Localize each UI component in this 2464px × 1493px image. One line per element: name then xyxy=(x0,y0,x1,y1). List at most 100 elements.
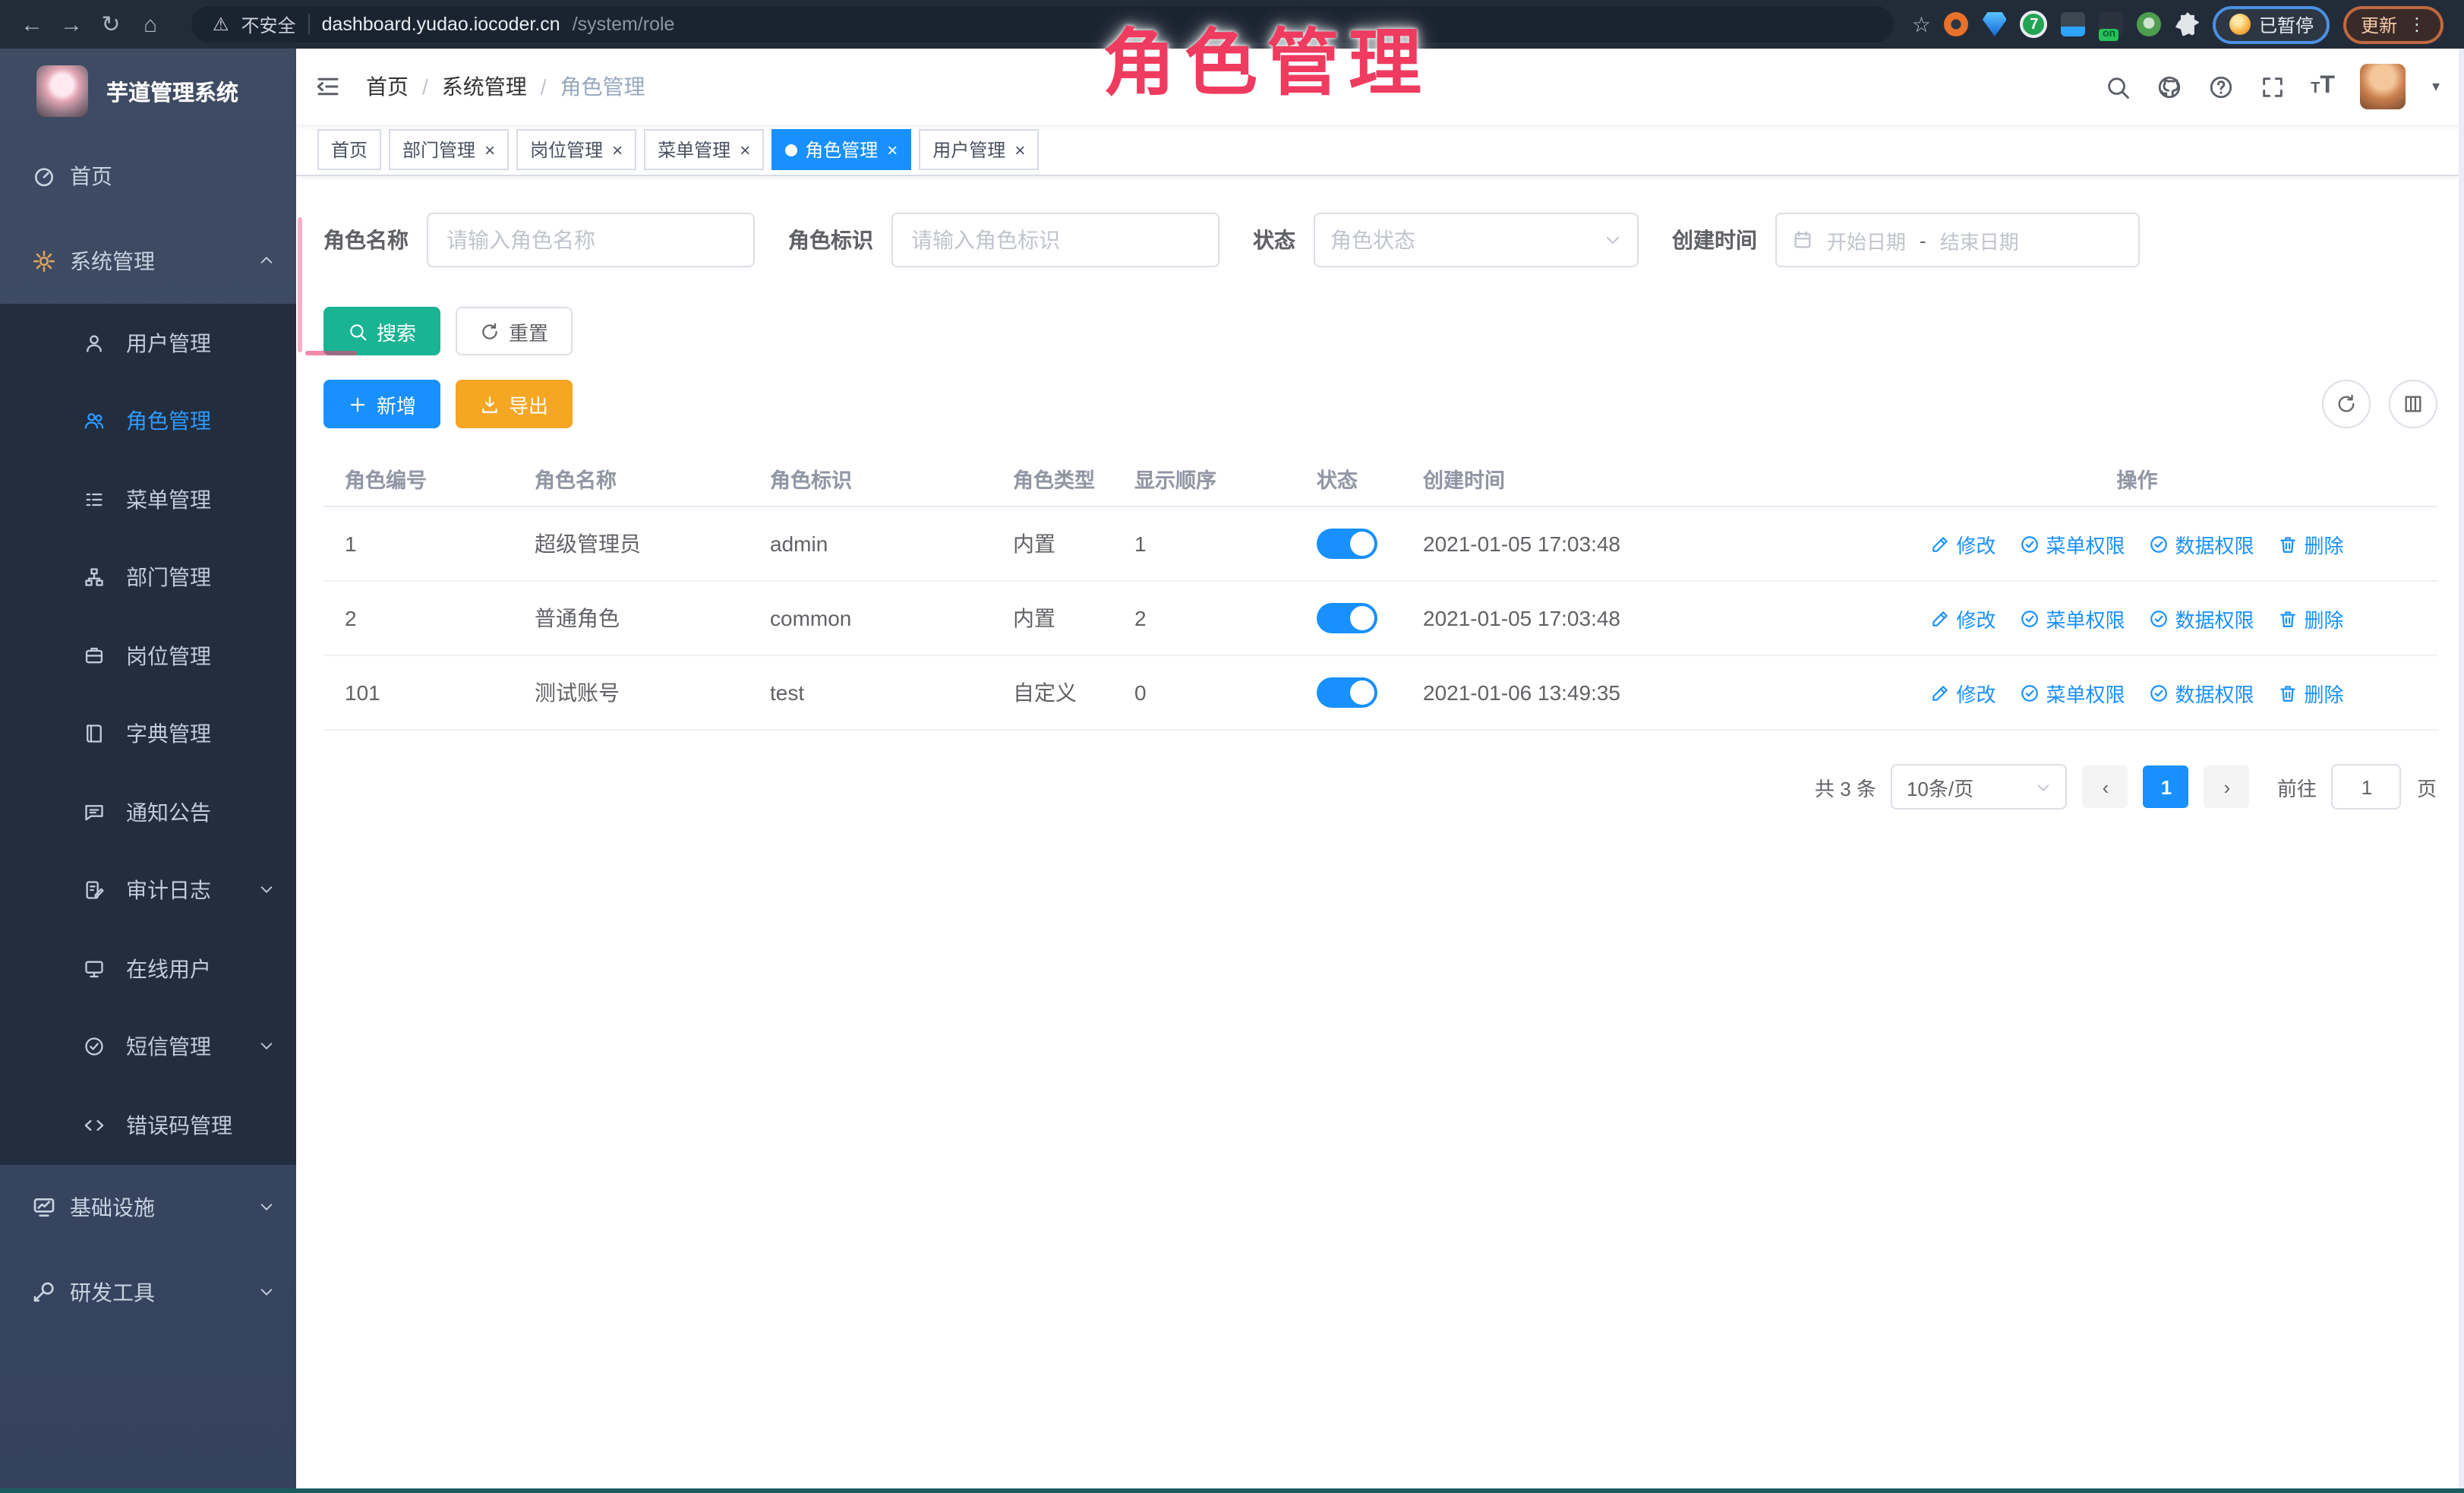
sidebar-item-error-codes[interactable]: 错误码管理 xyxy=(0,1086,296,1164)
page-scrollbar[interactable] xyxy=(2458,49,2464,1488)
sidebar: 芋道管理系统 首页 系统管理 用户管理 角色管理 xyxy=(0,49,296,1493)
delete-action[interactable]: 删除 xyxy=(2279,678,2344,707)
breadcrumb-home[interactable]: 首页 xyxy=(366,71,409,102)
refresh-icon xyxy=(480,321,500,341)
update-chip[interactable]: 更新 ⋮ xyxy=(2344,5,2443,43)
sidebar-logo[interactable]: 芋道管理系统 xyxy=(0,49,296,134)
status-select-placeholder: 角色状态 xyxy=(1330,225,1415,255)
tag-roles-active[interactable]: 角色管理 × xyxy=(771,129,911,170)
page-size-select[interactable]: 10条/页 xyxy=(1891,764,2068,810)
font-size-icon[interactable]: TT xyxy=(2311,73,2335,100)
sidebar-item-dev-tools[interactable]: 研发工具 xyxy=(0,1249,296,1334)
next-page-button[interactable]: › xyxy=(2204,765,2250,808)
role-name-input[interactable] xyxy=(427,213,755,267)
sidebar-item-online-users[interactable]: 在线用户 xyxy=(0,930,296,1008)
page-unit-label: 页 xyxy=(2417,772,2437,801)
edit-action[interactable]: 修改 xyxy=(1930,678,1995,707)
role-key-input[interactable] xyxy=(891,213,1219,267)
cell-created: 2021-01-06 13:49:35 xyxy=(1402,655,1838,730)
sidebar-item-posts[interactable]: 岗位管理 xyxy=(0,617,296,695)
tag-home[interactable]: 首页 xyxy=(317,129,381,170)
sidebar-item-menus[interactable]: 菜单管理 xyxy=(0,460,296,538)
avatar[interactable] xyxy=(2361,64,2406,109)
infrastructure-icon xyxy=(32,1195,56,1219)
refresh-icon xyxy=(2335,393,2356,415)
extensions-puzzle-icon[interactable] xyxy=(2175,12,2200,36)
page-button-1[interactable]: 1 xyxy=(2144,765,2189,808)
data-permission-action[interactable]: 数据权限 xyxy=(2150,529,2254,558)
cell-type: 自定义 xyxy=(992,655,1113,730)
extension-on-icon[interactable]: on xyxy=(2100,12,2124,36)
column-settings-button[interactable] xyxy=(2388,380,2437,428)
sidebar-item-sms[interactable]: 短信管理 xyxy=(0,1008,296,1086)
status-toggle[interactable] xyxy=(1317,529,1377,559)
browser-back-icon[interactable]: ← xyxy=(15,11,49,37)
close-icon[interactable]: × xyxy=(740,140,750,159)
sidebar-collapse-button[interactable] xyxy=(314,73,342,100)
extension-icon[interactable] xyxy=(1945,12,1969,36)
search-button-label: 搜索 xyxy=(377,317,416,346)
status-toggle[interactable] xyxy=(1317,603,1377,633)
delete-action[interactable]: 删除 xyxy=(2279,529,2344,558)
browser-reload-icon[interactable]: ↻ xyxy=(94,11,128,38)
extension-gem-icon[interactable] xyxy=(1983,12,2007,36)
profile-paused-chip[interactable]: 已暂停 xyxy=(2213,5,2330,43)
window-bottom-edge xyxy=(0,1488,2464,1493)
tag-departments[interactable]: 部门管理 × xyxy=(389,129,509,170)
refresh-table-button[interactable] xyxy=(2321,380,2370,428)
trash-icon xyxy=(2279,683,2298,702)
edit-action[interactable]: 修改 xyxy=(1930,604,1995,633)
grid-icon xyxy=(2402,393,2423,415)
sidebar-item-dictionary[interactable]: 字典管理 xyxy=(0,695,296,773)
sidebar-item-notice[interactable]: 通知公告 xyxy=(0,773,296,851)
browser-home-icon[interactable]: ⌂ xyxy=(134,11,167,37)
browser-forward-icon[interactable]: → xyxy=(55,11,88,37)
create-time-range-picker[interactable]: 开始日期 - 结束日期 xyxy=(1775,213,2140,267)
close-icon[interactable]: × xyxy=(1014,140,1025,159)
address-bar[interactable]: ⚠ 不安全 dashboard.yudao.iocoder.cn/system/… xyxy=(191,6,1894,43)
extension-monkey-icon[interactable] xyxy=(2137,12,2162,36)
prev-page-button[interactable]: ‹ xyxy=(2083,765,2128,808)
extension-seven-icon[interactable]: 7 xyxy=(2021,11,2048,38)
breadcrumb-system[interactable]: 系统管理 xyxy=(442,71,527,102)
goto-page-input[interactable] xyxy=(2332,764,2402,810)
tag-menus[interactable]: 菜单管理 × xyxy=(644,129,764,170)
sidebar-item-audit-log[interactable]: 审计日志 xyxy=(0,851,296,930)
help-icon[interactable] xyxy=(2207,74,2233,99)
fullscreen-icon[interactable] xyxy=(2259,74,2285,99)
search-icon[interactable] xyxy=(2104,74,2130,99)
sidebar-item-system[interactable]: 系统管理 xyxy=(0,219,296,304)
github-icon[interactable] xyxy=(2156,74,2182,99)
data-permission-action[interactable]: 数据权限 xyxy=(2150,604,2254,633)
status-toggle[interactable] xyxy=(1317,677,1377,708)
close-icon[interactable]: × xyxy=(612,140,623,159)
status-select[interactable]: 角色状态 xyxy=(1314,213,1639,267)
search-button[interactable]: 搜索 xyxy=(323,307,440,355)
bookmark-star-icon[interactable]: ☆ xyxy=(1912,11,1931,37)
export-button[interactable]: 导出 xyxy=(456,380,573,428)
sidebar-item-departments[interactable]: 部门管理 xyxy=(0,538,296,617)
reset-button[interactable]: 重置 xyxy=(456,307,573,355)
breadcrumb: 首页 / 系统管理 / 角色管理 xyxy=(366,71,645,102)
add-button[interactable]: 新增 xyxy=(323,380,440,428)
menu-permission-action[interactable]: 菜单权限 xyxy=(2020,604,2125,633)
sidebar-item-infrastructure[interactable]: 基础设施 xyxy=(0,1164,296,1249)
breadcrumb-separator: / xyxy=(422,74,428,99)
sidebar-item-home[interactable]: 首页 xyxy=(0,134,296,219)
close-icon[interactable]: × xyxy=(887,140,898,159)
menu-permission-action[interactable]: 菜单权限 xyxy=(2020,529,2125,558)
browser-menu-icon[interactable]: ⋮ xyxy=(2408,14,2426,35)
caret-down-icon[interactable]: ▾ xyxy=(2432,78,2440,95)
tag-users[interactable]: 用户管理 × xyxy=(919,129,1039,170)
update-label: 更新 xyxy=(2361,11,2397,37)
delete-action[interactable]: 删除 xyxy=(2279,604,2344,633)
menu-permission-action[interactable]: 菜单权限 xyxy=(2020,678,2125,707)
close-icon[interactable]: × xyxy=(484,140,495,159)
extension-badge-icon[interactable] xyxy=(2062,12,2086,36)
sidebar-item-users[interactable]: 用户管理 xyxy=(0,304,296,382)
tag-posts[interactable]: 岗位管理 × xyxy=(516,129,636,170)
briefcase-icon xyxy=(84,645,105,667)
data-permission-action[interactable]: 数据权限 xyxy=(2150,678,2254,707)
sidebar-item-roles[interactable]: 角色管理 xyxy=(0,382,296,460)
edit-action[interactable]: 修改 xyxy=(1930,529,1995,558)
